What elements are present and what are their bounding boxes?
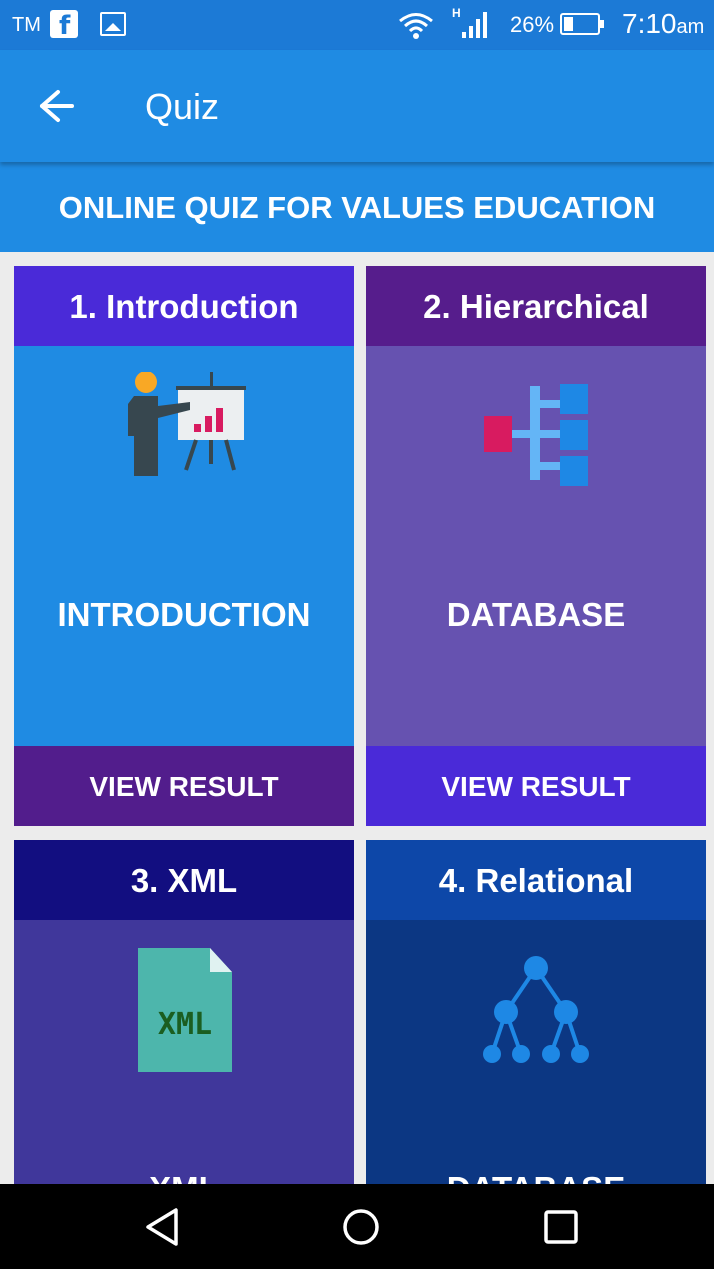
quiz-card-hierarchical[interactable]: 2. Hierarchical DATABASE VIEW RESULT — [366, 266, 706, 826]
quiz-card-xml[interactable]: 3. XML XML XML — [14, 840, 354, 1184]
clock-suffix: am — [676, 16, 705, 38]
back-button[interactable] — [30, 84, 80, 128]
battery-percent: 26% — [510, 12, 555, 37]
status-bar: TM f H 26% 7:10am — [0, 0, 714, 50]
xml-icon-label: XML — [158, 1007, 212, 1042]
quiz-card-introduction[interactable]: 1. Introduction INTRODUCTION VIEW RESULT — [14, 266, 354, 826]
presentation-chart-icon — [128, 372, 246, 476]
app-bar: Quiz — [0, 50, 714, 162]
view-result-button[interactable]: VIEW RESULT — [366, 746, 706, 826]
card-body[interactable]: INTRODUCTION — [14, 346, 354, 746]
nav-back-button[interactable] — [136, 1204, 186, 1250]
battery-icon — [560, 13, 604, 35]
tree-network-icon — [483, 956, 589, 1063]
card-title: DATABASE — [366, 1170, 706, 1184]
facebook-letter: f — [59, 11, 71, 41]
clock-time: 7:10 — [622, 8, 677, 39]
card-heading: 1. Introduction — [14, 266, 354, 346]
recents-square-icon — [544, 1210, 578, 1244]
image-icon — [100, 12, 126, 36]
card-body[interactable]: DATABASE — [366, 920, 706, 1184]
card-heading: 3. XML — [14, 840, 354, 920]
nav-recents-button[interactable] — [536, 1204, 586, 1250]
network-type-label: H — [452, 6, 461, 20]
nav-home-button[interactable] — [336, 1204, 386, 1250]
back-triangle-icon — [146, 1208, 178, 1246]
card-body[interactable]: XML XML — [14, 920, 354, 1184]
view-result-button[interactable]: VIEW RESULT — [14, 746, 354, 826]
card-title: XML — [14, 1170, 354, 1184]
card-body[interactable]: DATABASE — [366, 346, 706, 746]
home-circle-icon — [343, 1209, 379, 1245]
wifi-icon — [399, 13, 433, 39]
card-title: DATABASE — [446, 596, 626, 633]
card-heading: 4. Relational — [366, 840, 706, 920]
quiz-subheader: ONLINE QUIZ FOR VALUES EDUCATION — [0, 162, 714, 252]
page-title: Quiz — [145, 86, 220, 127]
clock: 7:10am — [622, 8, 704, 40]
system-nav-bar — [0, 1184, 714, 1269]
xml-file-icon: XML — [138, 948, 232, 1072]
carrier-label: TM — [12, 14, 41, 36]
card-heading: 2. Hierarchical — [366, 266, 706, 346]
hierarchy-icon — [484, 384, 588, 486]
quiz-card-relational[interactable]: 4. Relational DATABASE — [366, 840, 706, 1184]
facebook-icon: f — [50, 10, 78, 41]
signal-icon: H — [452, 6, 487, 38]
card-title: INTRODUCTION — [57, 596, 311, 633]
arrow-left-icon — [40, 90, 74, 122]
